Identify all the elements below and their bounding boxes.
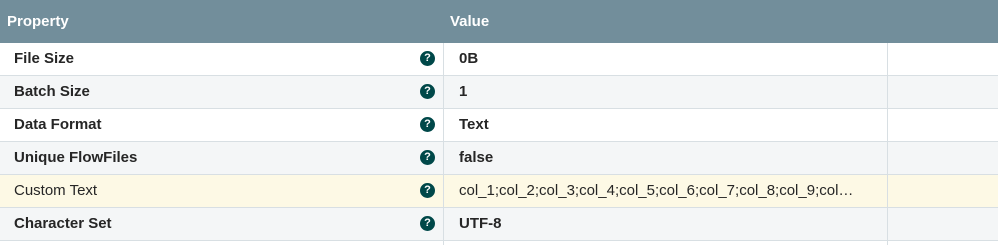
table-row-custom-text[interactable]: Custom Text ? col_1;col_2;col_3;col_4;co… <box>0 175 998 208</box>
property-value[interactable]: false <box>459 142 887 174</box>
column-divider <box>443 43 444 245</box>
question-circle-icon[interactable]: ? <box>420 117 435 132</box>
column-header-property[interactable]: Property <box>7 0 69 43</box>
table-row-file-size[interactable]: File Size ? 0B <box>0 43 998 76</box>
table-row-unique-flowfiles[interactable]: Unique FlowFiles ? false <box>0 142 998 175</box>
question-circle-icon[interactable]: ? <box>420 84 435 99</box>
question-circle-icon[interactable]: ? <box>420 51 435 66</box>
table-row-data-format[interactable]: Data Format ? Text <box>0 109 998 142</box>
table-header: Property Value <box>0 0 998 43</box>
properties-table: Property Value File Size ? 0B Batch Size… <box>0 0 998 245</box>
property-name: Custom Text <box>14 182 98 199</box>
question-circle-icon[interactable]: ? <box>420 183 435 198</box>
question-circle-icon[interactable]: ? <box>420 216 435 231</box>
property-name: Character Set <box>14 215 112 232</box>
property-value[interactable]: UTF-8 <box>459 208 887 240</box>
property-value[interactable]: 0B <box>459 43 887 75</box>
property-name: Batch Size <box>14 83 90 100</box>
property-value[interactable]: col_1;col_2;col_3;col_4;col_5;col_6;col_… <box>459 175 887 207</box>
column-divider <box>887 43 888 245</box>
property-name: Data Format <box>14 116 102 133</box>
property-value[interactable]: 1 <box>459 76 887 108</box>
table-row-batch-size[interactable]: Batch Size ? 1 <box>0 76 998 109</box>
table-row-character-set[interactable]: Character Set ? UTF-8 <box>0 208 998 241</box>
property-name: File Size <box>14 50 75 67</box>
property-value[interactable]: Text <box>459 109 887 141</box>
column-header-value[interactable]: Value <box>450 0 489 43</box>
question-circle-icon[interactable]: ? <box>420 150 435 165</box>
property-name: Unique FlowFiles <box>14 149 138 166</box>
